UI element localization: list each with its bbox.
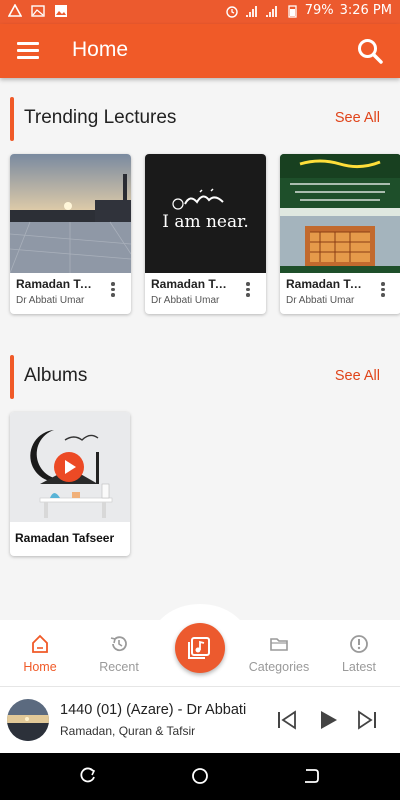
section-title: Trending Lectures — [24, 107, 177, 128]
play-icon[interactable] — [54, 452, 84, 482]
see-all-link[interactable]: See All — [335, 368, 380, 384]
lecture-card[interactable]: Ramadan Tafseer Dr Abbati Umar — [10, 154, 131, 314]
nav-label: Latest — [341, 660, 377, 674]
status-bar: 79% 3:26 PM — [0, 0, 400, 24]
home-button-icon[interactable] — [191, 767, 209, 785]
nav-label: Recent — [99, 660, 139, 674]
play-icon[interactable] — [317, 709, 339, 731]
albums-section-header: Albums See All — [10, 355, 400, 399]
image-icon — [31, 5, 45, 17]
lecture-author: Dr Abbati Umar — [286, 295, 355, 306]
menu-icon[interactable] — [17, 42, 39, 59]
album-title: Ramadan Tafseer — [15, 531, 115, 545]
lecture-title: Ramadan Tafseer — [151, 277, 233, 291]
lecture-author: Dr Abbati Umar — [151, 295, 220, 306]
alert-icon — [350, 635, 368, 653]
player-artwork — [7, 699, 49, 741]
lecture-title: Ramadan Tafseer — [16, 277, 98, 291]
nav-categories[interactable]: Categories — [244, 634, 314, 674]
see-all-link[interactable]: See All — [335, 110, 380, 126]
lecture-thumbnail — [10, 154, 131, 273]
section-title: Albums — [24, 365, 88, 386]
album-card[interactable]: Ramadan Tafseer — [10, 412, 130, 556]
back-icon[interactable] — [302, 767, 320, 785]
alarm-icon — [226, 5, 238, 18]
lecture-card[interactable]: I am near. Ramadan Tafseer Dr Abbati Uma… — [145, 154, 266, 314]
battery-icon — [288, 4, 297, 18]
system-navigation-bar — [0, 753, 400, 800]
thumbnail-caption: I am near. — [162, 212, 249, 232]
more-options-icon[interactable] — [381, 282, 385, 298]
recent-apps-icon[interactable] — [79, 767, 97, 785]
bottom-navigation: Home Recent Categories Latest — [0, 604, 400, 686]
clock: 3:26 PM — [339, 3, 392, 18]
music-library-icon — [188, 637, 210, 659]
app-bar: Home — [0, 24, 400, 78]
nav-latest[interactable]: Latest — [324, 634, 394, 674]
mini-player[interactable]: 1440 (01) (Azare) - Dr Abbati Ramadan, Q… — [0, 686, 400, 753]
signal-icon — [265, 5, 277, 17]
page-title: Home — [72, 38, 129, 61]
signal-icon — [245, 5, 257, 17]
nav-label: Categories — [248, 660, 310, 674]
lecture-thumbnail — [280, 154, 400, 273]
lecture-card[interactable]: Ramadan Tafseer Dr Abbati Umar — [280, 154, 400, 314]
lecture-author: Dr Abbati Umar — [16, 295, 85, 306]
track-subtitle: Ramadan, Quran & Tafsir — [60, 724, 196, 738]
search-icon[interactable] — [356, 37, 384, 65]
gallery-icon — [55, 5, 67, 17]
nav-recent[interactable]: Recent — [84, 634, 154, 674]
library-fab-button[interactable] — [175, 623, 225, 673]
nav-label: Home — [23, 660, 57, 674]
home-icon — [32, 634, 48, 653]
more-options-icon[interactable] — [246, 282, 250, 298]
battery-percent: 79% — [304, 3, 334, 18]
nav-home[interactable]: Home — [5, 634, 75, 674]
section-accent-bar — [10, 355, 14, 399]
warning-icon — [8, 4, 22, 17]
skip-next-icon[interactable] — [356, 709, 378, 731]
folder-icon — [270, 638, 288, 651]
track-title: 1440 (01) (Azare) - Dr Abbati — [60, 702, 247, 718]
lecture-title: Ramadan Tafseer — [286, 277, 368, 291]
section-accent-bar — [10, 97, 14, 141]
history-icon — [110, 636, 127, 652]
more-options-icon[interactable] — [111, 282, 115, 298]
skip-previous-icon[interactable] — [276, 709, 298, 731]
trending-section-header: Trending Lectures See All — [10, 97, 400, 141]
